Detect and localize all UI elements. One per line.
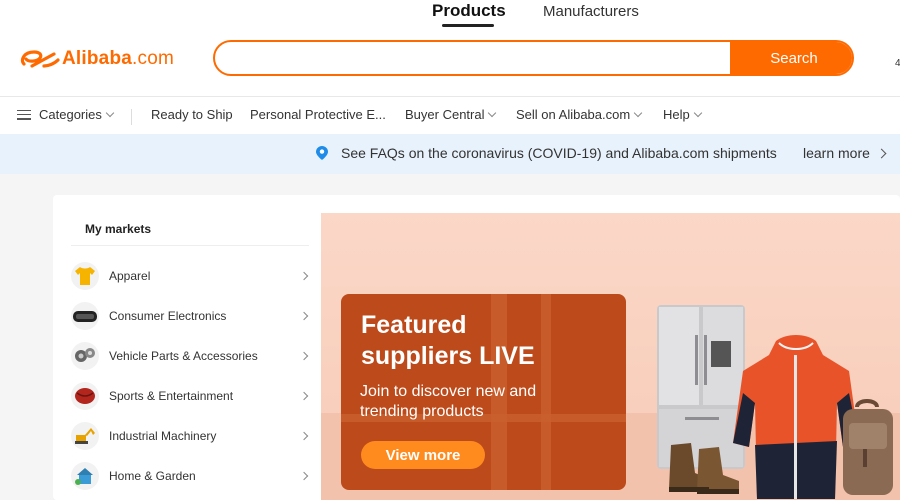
nav-item-label: Personal Protective E...	[250, 107, 386, 122]
tab-products-label: Products	[432, 1, 506, 20]
market-item-sports[interactable]: Sports & Entertainment	[71, 380, 311, 412]
chevron-right-icon	[299, 431, 309, 441]
nav-item-label: Buyer Central	[405, 107, 485, 122]
chevron-down-icon	[633, 108, 643, 117]
covid-notice-bar: See FAQs on the coronavirus (COVID-19) a…	[0, 134, 900, 174]
market-item-label: Vehicle Parts & Accessories	[109, 349, 258, 363]
alibaba-logo-mark-icon	[20, 50, 60, 68]
chevron-right-icon	[299, 271, 309, 281]
view-more-label: View more	[385, 446, 461, 464]
tshirt-icon	[71, 262, 99, 290]
learn-more-label: learn more	[803, 145, 870, 161]
market-item-apparel[interactable]: Apparel	[71, 260, 311, 292]
nav-buyer-central[interactable]: Buyer Central	[405, 107, 497, 122]
home-garden-icon	[71, 462, 99, 490]
market-item-label: Home & Garden	[109, 469, 196, 483]
market-item-consumer-electronics[interactable]: Consumer Electronics	[71, 300, 311, 332]
chevron-right-icon	[299, 311, 309, 321]
chevron-down-icon	[105, 108, 115, 117]
search-button-label: Search	[770, 49, 818, 67]
menu-icon	[17, 109, 31, 120]
boots-image	[669, 443, 739, 494]
banner-title: Featured suppliers LIVE	[361, 310, 535, 372]
nav-categories-label: Categories	[39, 107, 102, 122]
my-markets-title: My markets	[85, 222, 152, 236]
main-card: My markets Apparel Consumer Electronics …	[53, 195, 900, 500]
search-bar: Search	[213, 40, 854, 76]
featured-suppliers-banner[interactable]: Featured suppliers LIVE Join to discover…	[321, 213, 900, 500]
market-item-label: Sports & Entertainment	[109, 389, 234, 403]
vr-headset-icon	[71, 302, 99, 330]
banner-subtitle: Join to discover new and trending produc…	[360, 382, 560, 422]
market-item-industrial-machinery[interactable]: Industrial Machinery	[71, 420, 311, 452]
active-tab-underline	[442, 24, 494, 27]
tab-products[interactable]: Products	[432, 1, 506, 27]
banner-subtitle-line-2: trending products	[360, 403, 484, 420]
banner-subtitle-line-1: Join to discover new and	[360, 383, 537, 400]
banner-title-line-1: Featured	[361, 311, 467, 339]
backpack-image	[843, 399, 893, 495]
nav-item-label: Sell on Alibaba.com	[516, 107, 631, 122]
nav-personal-protective[interactable]: Personal Protective E...	[250, 107, 386, 122]
market-item-vehicle-parts[interactable]: Vehicle Parts & Accessories	[71, 340, 311, 372]
car-parts-icon	[71, 342, 99, 370]
search-button[interactable]: Search	[730, 42, 852, 74]
learn-more-link[interactable]: learn more	[803, 145, 887, 161]
market-item-label: Industrial Machinery	[109, 429, 217, 443]
edge-glyph: 4	[895, 58, 900, 69]
market-item-home-garden[interactable]: Home & Garden	[71, 460, 311, 492]
nav-item-label: Help	[663, 107, 690, 122]
category-nav: Categories Ready to Ship Personal Protec…	[0, 96, 900, 134]
search-input[interactable]	[215, 42, 730, 74]
market-item-label: Apparel	[109, 269, 151, 283]
nav-sell-on-alibaba[interactable]: Sell on Alibaba.com	[516, 107, 643, 122]
logo-wordmark: Alibaba.com	[62, 48, 174, 70]
top-header: Products Manufacturers Alibaba.com Searc…	[0, 0, 900, 96]
my-markets-panel: My markets Apparel Consumer Electronics …	[53, 195, 321, 500]
banner-promo-box: Featured suppliers LIVE Join to discover…	[341, 294, 626, 490]
chevron-right-icon	[299, 471, 309, 481]
nav-categories[interactable]: Categories	[17, 107, 115, 122]
nav-item-label: Ready to Ship	[151, 107, 233, 122]
chevron-right-icon	[876, 148, 887, 158]
nav-help[interactable]: Help	[663, 107, 702, 122]
excavator-icon	[71, 422, 99, 450]
logo-name: Alibaba	[62, 48, 133, 69]
notice-text: See FAQs on the coronavirus (COVID-19) a…	[341, 145, 777, 161]
sports-gear-icon	[71, 382, 99, 410]
location-pin-icon	[316, 146, 328, 160]
tab-manufacturers[interactable]: Manufacturers	[543, 3, 639, 20]
banner-title-line-2: suppliers LIVE	[361, 342, 535, 370]
chevron-down-icon	[693, 108, 702, 117]
market-item-label: Consumer Electronics	[109, 309, 227, 323]
markets-divider	[71, 245, 309, 246]
chevron-down-icon	[488, 108, 497, 117]
chevron-right-icon	[299, 391, 309, 401]
tab-manufacturers-label: Manufacturers	[543, 3, 639, 20]
alibaba-logo[interactable]: Alibaba.com	[18, 46, 174, 72]
nav-ready-to-ship[interactable]: Ready to Ship	[151, 107, 233, 122]
logo-suffix: .com	[132, 48, 175, 69]
nav-divider	[131, 109, 132, 125]
view-more-button[interactable]: View more	[361, 441, 485, 469]
chevron-right-icon	[299, 351, 309, 361]
